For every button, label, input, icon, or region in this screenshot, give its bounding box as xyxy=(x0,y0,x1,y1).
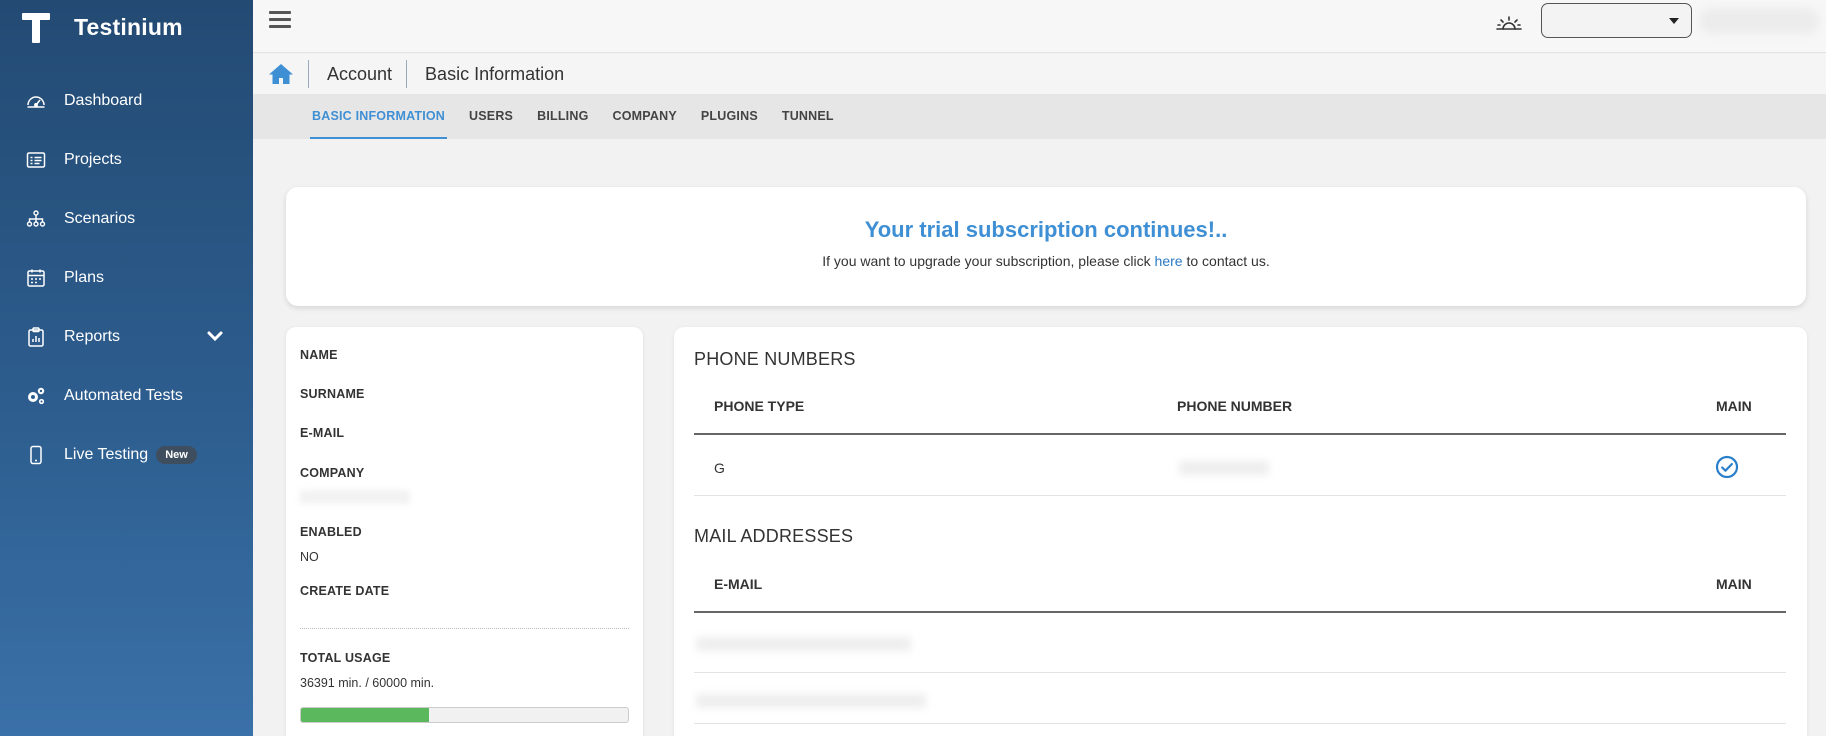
contact-link[interactable]: here xyxy=(1155,253,1183,269)
reports-icon xyxy=(25,326,47,348)
divider xyxy=(300,628,629,629)
caret-down-icon xyxy=(1669,18,1679,24)
row-divider xyxy=(694,672,1786,673)
mail-addresses-title: MAIL ADDRESSES xyxy=(694,526,854,546)
sidebar-item-label: Live Testing xyxy=(64,445,149,463)
phone-numbers-title: PHONE NUMBERS xyxy=(694,349,856,369)
top-bar xyxy=(253,0,1826,53)
breadcrumb-basic-information: Basic Information xyxy=(425,63,565,84)
tab-plugins[interactable]: PLUGINS xyxy=(701,94,758,139)
tab-basic-information[interactable]: BASIC INFORMATION xyxy=(309,94,448,139)
mobile-icon xyxy=(25,444,47,466)
enabled-value: NO xyxy=(300,550,319,564)
brand[interactable]: Testinium xyxy=(22,10,183,44)
plans-icon xyxy=(25,267,47,289)
row-divider xyxy=(694,723,1786,724)
tab-company[interactable]: COMPANY xyxy=(613,94,677,139)
user-menu[interactable] xyxy=(1699,8,1819,34)
email-header[interactable]: E-MAIL xyxy=(714,576,762,592)
menu-icon[interactable] xyxy=(269,11,291,31)
projects-icon xyxy=(25,149,47,171)
brand-name: Testinium xyxy=(74,13,183,40)
tab-billing[interactable]: BILLING xyxy=(537,94,588,139)
sidebar-item-reports[interactable]: Reports xyxy=(0,307,253,366)
trial-title: Your trial subscription continues!.. xyxy=(864,217,1228,242)
sidebar-item-label: Reports xyxy=(64,327,121,345)
phone-type-cell: G xyxy=(714,460,725,476)
table-header-divider xyxy=(694,611,1786,613)
tab-tunnel[interactable]: TUNNEL xyxy=(782,94,834,139)
sidebar-item-plans[interactable]: Plans xyxy=(0,248,253,307)
breadcrumb-separator xyxy=(308,60,309,88)
sidebar-item-label: Automated Tests xyxy=(64,386,183,404)
usage-progress-bar xyxy=(300,707,629,723)
dashboard-icon xyxy=(25,90,47,112)
sidebar-item-label: Plans xyxy=(64,268,105,286)
phone-number-redacted xyxy=(1179,461,1269,475)
sidebar-item-automated-tests[interactable]: Automated Tests xyxy=(0,366,253,425)
email-redacted xyxy=(696,637,911,651)
trial-text-before: If you want to upgrade your subscription… xyxy=(822,253,1155,269)
sidebar-item-label: Dashboard xyxy=(64,91,143,109)
home-icon[interactable] xyxy=(268,62,294,86)
breadcrumb-separator xyxy=(406,60,408,88)
breadcrumb-account[interactable]: Account xyxy=(327,64,392,85)
surname-label: SURNAME xyxy=(300,387,365,401)
sidebar-item-scenarios[interactable]: Scenarios xyxy=(0,189,253,248)
mail-main-header[interactable]: MAIN xyxy=(1716,576,1752,592)
phone-type-header[interactable]: PHONE TYPE xyxy=(714,398,804,414)
sidebar-nav: Dashboard Projects Scenarios Plans Repor… xyxy=(0,71,253,484)
new-badge: New xyxy=(156,445,197,464)
contact-panel: PHONE NUMBERS PHONE TYPE PHONE NUMBER MA… xyxy=(674,327,1807,736)
company-label: COMPANY xyxy=(300,466,365,480)
check-circle-icon xyxy=(1715,455,1739,479)
sidebar-item-dashboard[interactable]: Dashboard xyxy=(0,71,253,130)
sidebar-item-projects[interactable]: Projects xyxy=(0,130,253,189)
trial-message: If you want to upgrade your subscription… xyxy=(286,253,1806,269)
organization-select[interactable] xyxy=(1541,3,1692,38)
phone-number-header[interactable]: PHONE NUMBER xyxy=(1177,398,1292,414)
account-tabs: BASIC INFORMATION USERS BILLING COMPANY … xyxy=(253,94,1826,139)
row-divider xyxy=(694,495,1786,496)
basic-info-panel: NAME SURNAME E-MAIL COMPANY ENABLED NO C… xyxy=(286,327,643,736)
phone-main-header[interactable]: MAIN xyxy=(1716,398,1752,414)
trial-subscription-card: Your trial subscription continues!.. If … xyxy=(286,187,1806,306)
total-usage-label: TOTAL USAGE xyxy=(300,651,391,665)
company-value-redacted xyxy=(300,490,410,504)
tab-users[interactable]: USERS xyxy=(469,94,513,139)
email-redacted xyxy=(696,694,926,708)
gears-icon xyxy=(25,385,47,407)
table-header-divider xyxy=(694,433,1786,435)
testinium-logo-icon xyxy=(22,10,50,44)
chevron-down-icon[interactable] xyxy=(205,326,225,346)
sidebar-item-live-testing[interactable]: Live Testing New xyxy=(0,425,253,484)
trial-text-after: to contact us. xyxy=(1182,253,1270,269)
sidebar: Testinium Dashboard Projects Scenarios P… xyxy=(0,0,253,736)
enabled-label: ENABLED xyxy=(300,525,362,539)
name-label: NAME xyxy=(300,348,338,362)
breadcrumb: Account Basic Information xyxy=(253,54,1826,94)
sidebar-item-label: Scenarios xyxy=(64,209,136,227)
email-label: E-MAIL xyxy=(300,426,345,440)
total-usage-value: 36391 min. / 60000 min. xyxy=(300,676,435,690)
usage-progress-fill xyxy=(301,708,430,722)
create-date-label: CREATE DATE xyxy=(300,584,390,598)
sidebar-item-label: Projects xyxy=(64,150,122,168)
theme-toggle-icon[interactable] xyxy=(1494,11,1524,35)
scenarios-icon xyxy=(25,208,47,230)
